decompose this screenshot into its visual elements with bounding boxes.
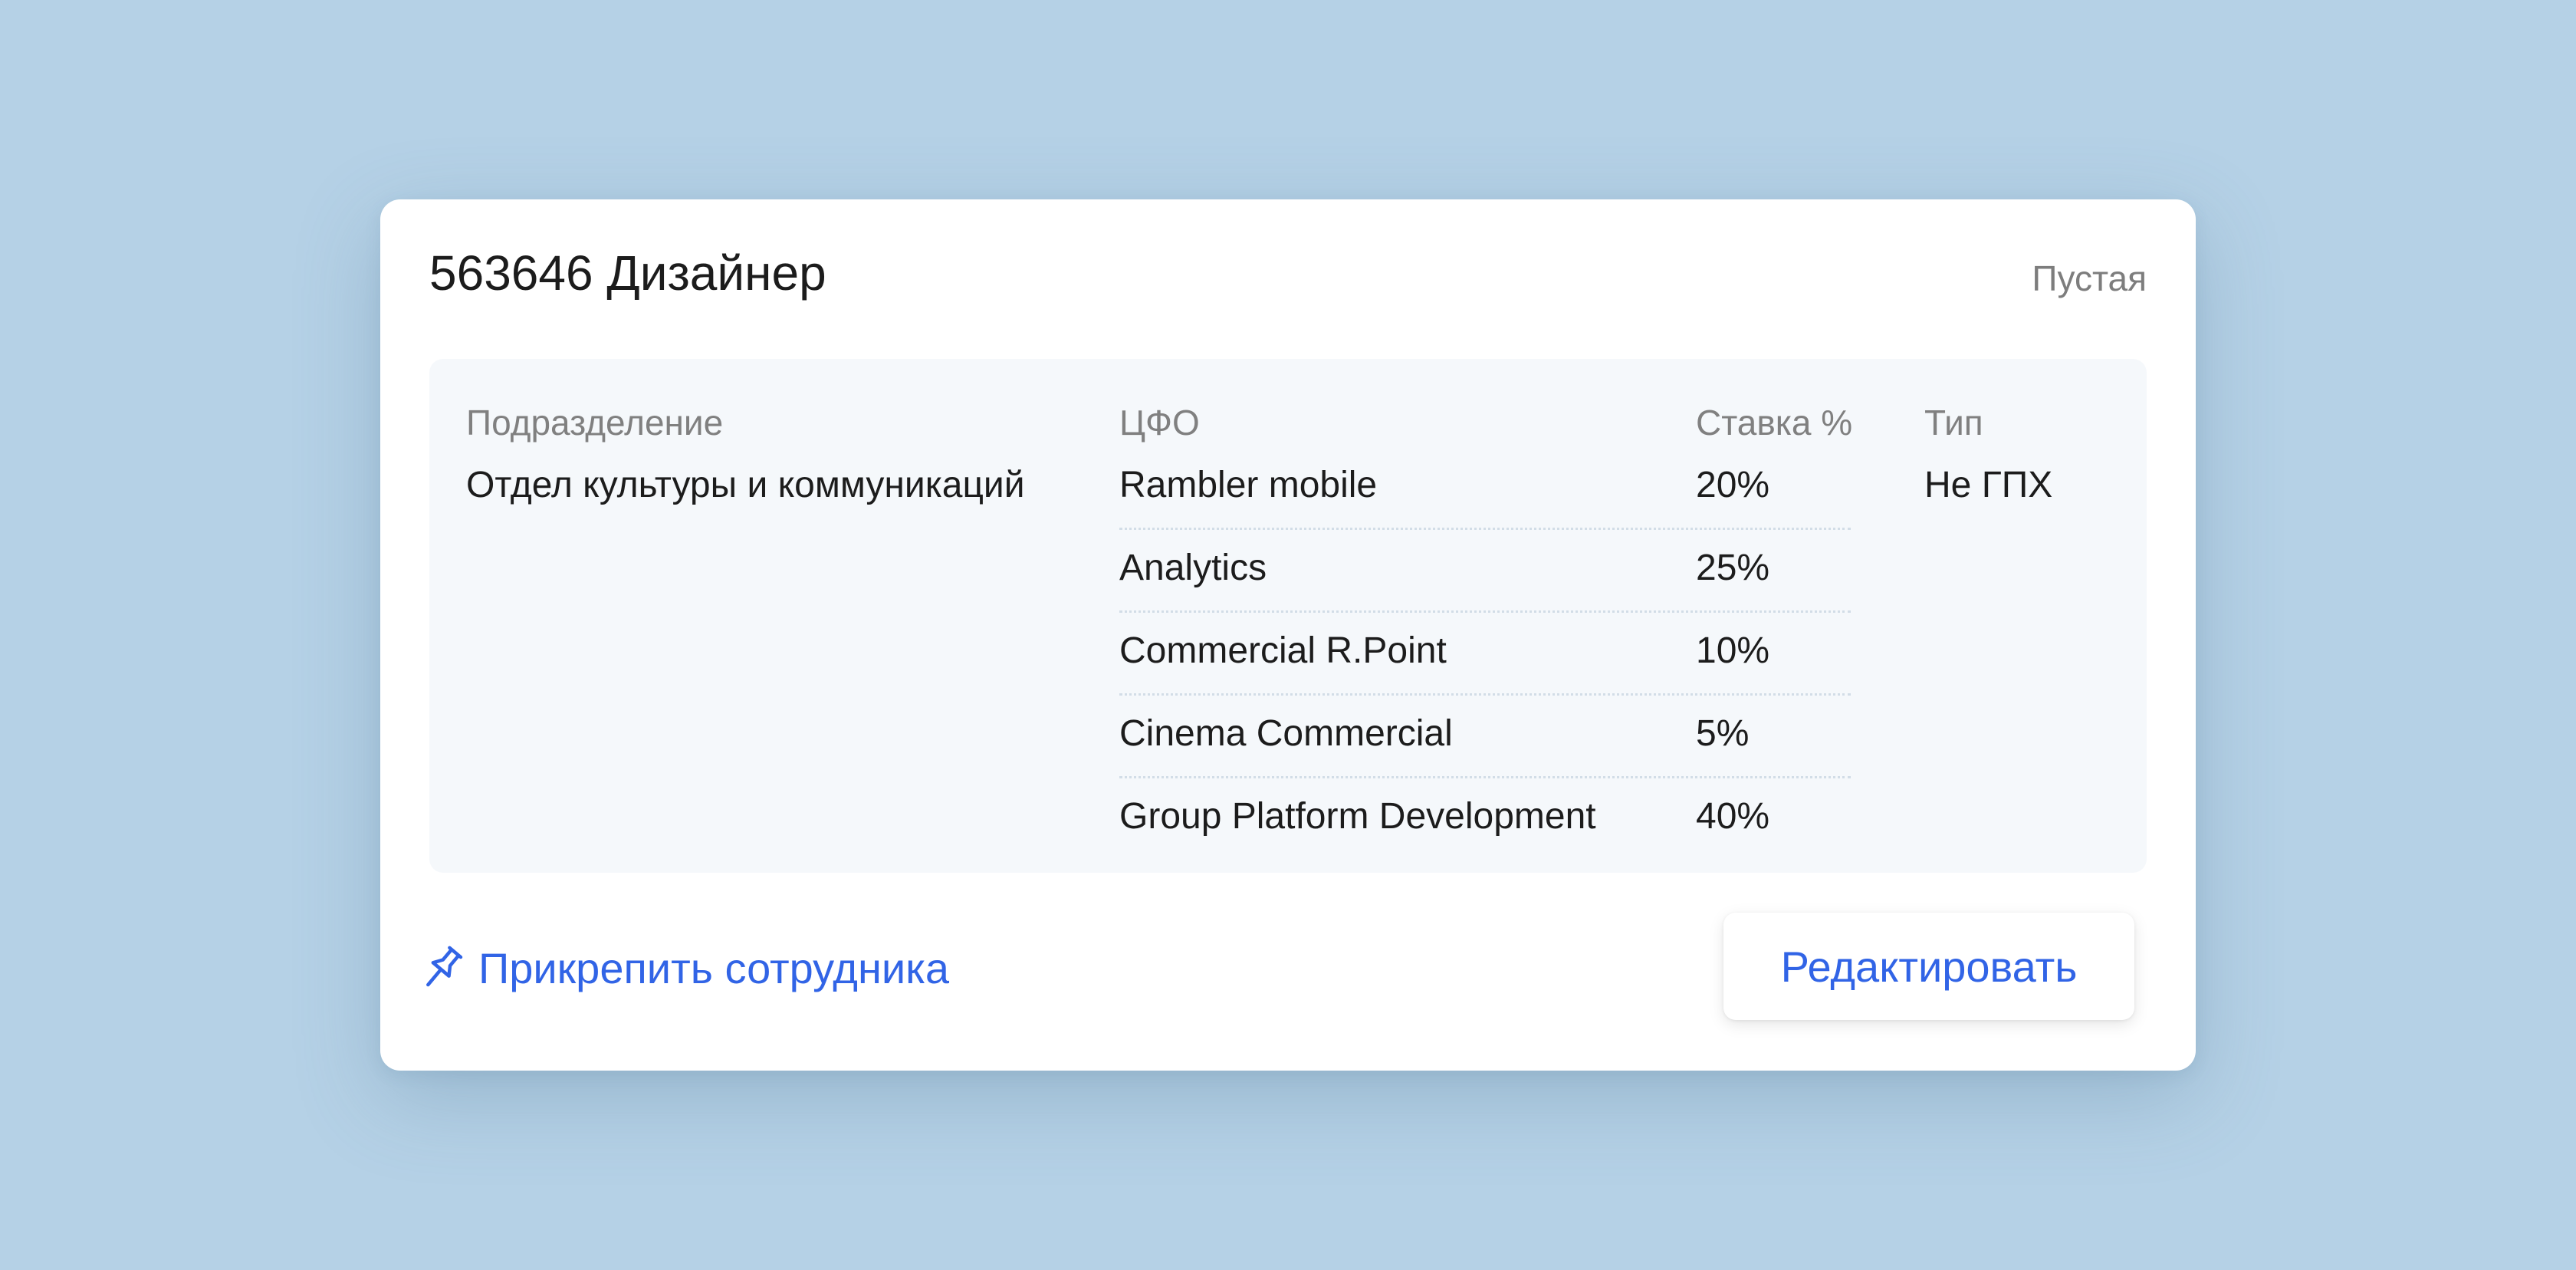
- row-divider: [1119, 610, 1851, 613]
- attach-employee-link[interactable]: Прикрепить сотрудника: [419, 942, 949, 995]
- cfo-header: ЦФО: [1119, 403, 1200, 443]
- cfo-value: Analytics: [1119, 548, 1267, 588]
- attach-employee-label: Прикрепить сотрудника: [478, 944, 950, 993]
- type-value: Не ГПХ: [1924, 465, 2053, 505]
- rate-value: 40%: [1696, 796, 1770, 837]
- edit-button[interactable]: Редактировать: [1723, 913, 2134, 1020]
- rate-value: 20%: [1696, 465, 1770, 505]
- cfo-value: Rambler mobile: [1119, 465, 1378, 505]
- rate-value: 5%: [1696, 713, 1750, 754]
- cfo-value: Cinema Commercial: [1119, 713, 1453, 754]
- department-value: Отдел культуры и коммуникаций: [466, 465, 1025, 505]
- rate-value: 10%: [1696, 630, 1770, 671]
- rate-header: Ставка %: [1696, 403, 1853, 443]
- position-details: Подразделение ЦФО Ставка % Тип Отдел кул…: [429, 359, 2147, 873]
- position-card: 563646 Дизайнер Пустая Подразделение ЦФО…: [380, 199, 2196, 1071]
- rate-value: 25%: [1696, 548, 1770, 588]
- department-header: Подразделение: [466, 403, 724, 443]
- status-label: Пустая: [2032, 258, 2147, 298]
- type-header: Тип: [1924, 403, 1983, 443]
- row-divider: [1119, 693, 1851, 696]
- cfo-value: Group Platform Development: [1119, 796, 1596, 837]
- cfo-value: Commercial R.Point: [1119, 630, 1447, 671]
- pin-icon: [426, 946, 463, 987]
- row-divider: [1119, 776, 1851, 778]
- row-divider: [1119, 528, 1851, 530]
- position-title: 563646 Дизайнер: [429, 245, 826, 301]
